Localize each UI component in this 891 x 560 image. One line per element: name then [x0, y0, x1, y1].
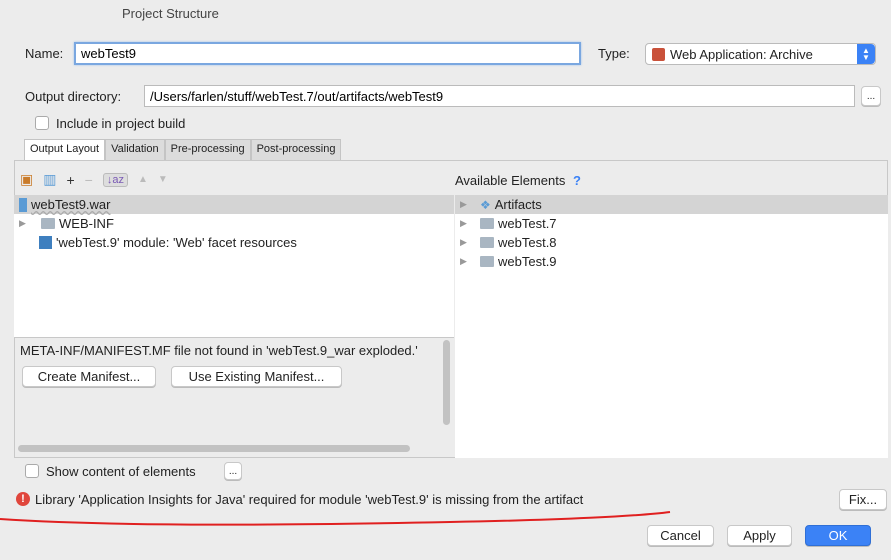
divider	[14, 337, 454, 338]
available-title-text: Available Elements	[455, 173, 566, 188]
show-content-checkbox[interactable]	[25, 464, 39, 478]
module-icon	[39, 236, 52, 249]
cancel-button[interactable]: Cancel	[647, 525, 714, 546]
available-item-module[interactable]: ▶ webTest.7	[455, 214, 557, 233]
artifacts-icon: ❖	[480, 197, 491, 212]
tree-label: 'webTest.9' module: 'Web' facet resource…	[56, 235, 297, 250]
include-checkbox[interactable]	[35, 116, 49, 130]
archive-icon	[19, 197, 27, 212]
use-existing-manifest-button[interactable]: Use Existing Manifest...	[171, 366, 342, 387]
tree-item-war[interactable]: webTest9.war	[14, 195, 454, 214]
type-label: Type:	[598, 46, 630, 61]
item-label: Artifacts	[494, 197, 542, 212]
move-down-icon[interactable]: ▼	[158, 174, 168, 185]
available-elements-tree: ▶ ❖ Artifacts ▶ webTest.7 ▶ webTest.8 ▶ webTe…	[455, 195, 888, 458]
expand-icon[interactable]: ▶	[460, 218, 470, 229]
output-label: Output directory:	[25, 89, 122, 104]
tab-output-layout[interactable]: Output Layout	[24, 139, 106, 160]
layout-tree: webTest9.war ▶ WEB-INF 'webTest.9' module…	[14, 195, 454, 337]
output-directory-input[interactable]	[144, 85, 855, 107]
include-label: Include in project build	[56, 116, 186, 131]
available-item-artifacts[interactable]: ▶ ❖ Artifacts	[455, 195, 888, 214]
tab-bar: Output Layout Validation Pre-processing …	[24, 139, 342, 160]
tab-post-processing[interactable]: Post-processing	[250, 139, 342, 160]
red-annotation-line	[0, 511, 671, 526]
tab-pre-processing[interactable]: Pre-processing	[164, 139, 251, 160]
item-label: webTest.7	[498, 216, 557, 231]
show-content-label: Show content of elements	[46, 464, 196, 479]
chevron-updown-icon: ▲ ▼	[857, 44, 875, 64]
browse-button[interactable]: ...	[861, 86, 881, 106]
expand-icon[interactable]: ▶	[19, 218, 29, 229]
name-label: Name:	[25, 46, 64, 61]
add-icon[interactable]: +	[66, 172, 74, 188]
web-app-icon	[652, 47, 665, 61]
name-input[interactable]	[74, 42, 581, 65]
available-item-module[interactable]: ▶ webTest.8	[455, 233, 557, 252]
ok-button[interactable]: OK	[805, 525, 871, 546]
show-content-options-button[interactable]: ...	[224, 462, 242, 480]
type-value: Web Application: Archive	[670, 46, 813, 62]
manifest-message: META-INF/MANIFEST.MF file not found in '…	[20, 343, 418, 358]
remove-icon[interactable]: −	[85, 172, 93, 188]
expand-icon[interactable]: ▶	[460, 199, 470, 210]
error-icon: !	[16, 492, 30, 506]
folder-icon	[41, 218, 55, 229]
move-up-icon[interactable]: ▲	[138, 174, 148, 185]
item-label: webTest.8	[498, 235, 557, 250]
archive-icon[interactable]: ▥	[43, 171, 56, 188]
apply-button[interactable]: Apply	[727, 525, 792, 546]
new-folder-icon[interactable]: ▣	[20, 171, 33, 188]
type-select[interactable]: Web Application: Archive ▲ ▼	[645, 43, 876, 65]
module-folder-icon	[480, 237, 494, 248]
create-manifest-button[interactable]: Create Manifest...	[22, 366, 156, 387]
vertical-scrollbar[interactable]	[443, 340, 450, 425]
tree-label: webTest9.war	[31, 197, 111, 212]
tree-item-facet-resources[interactable]: 'webTest.9' module: 'Web' facet resource…	[14, 233, 297, 252]
window-title: Project Structure	[122, 6, 219, 21]
item-label: webTest.9	[498, 254, 557, 269]
available-elements-title: Available Elements ?	[455, 173, 581, 188]
module-folder-icon	[480, 256, 494, 267]
layout-toolbar: ▣ ▥ + − ↓az ▲ ▼	[20, 171, 168, 188]
expand-icon[interactable]: ▶	[460, 237, 470, 248]
sort-icon[interactable]: ↓az	[102, 172, 128, 187]
module-folder-icon	[480, 218, 494, 229]
tree-label: WEB-INF	[59, 216, 114, 231]
expand-icon[interactable]: ▶	[460, 256, 470, 267]
tab-validation[interactable]: Validation	[105, 139, 165, 160]
horizontal-scrollbar[interactable]	[18, 445, 410, 452]
available-item-module[interactable]: ▶ webTest.9	[455, 252, 557, 271]
fix-button[interactable]: Fix...	[839, 489, 887, 510]
help-icon[interactable]: ?	[573, 173, 581, 188]
tree-item-web-inf[interactable]: ▶ WEB-INF	[14, 214, 114, 233]
